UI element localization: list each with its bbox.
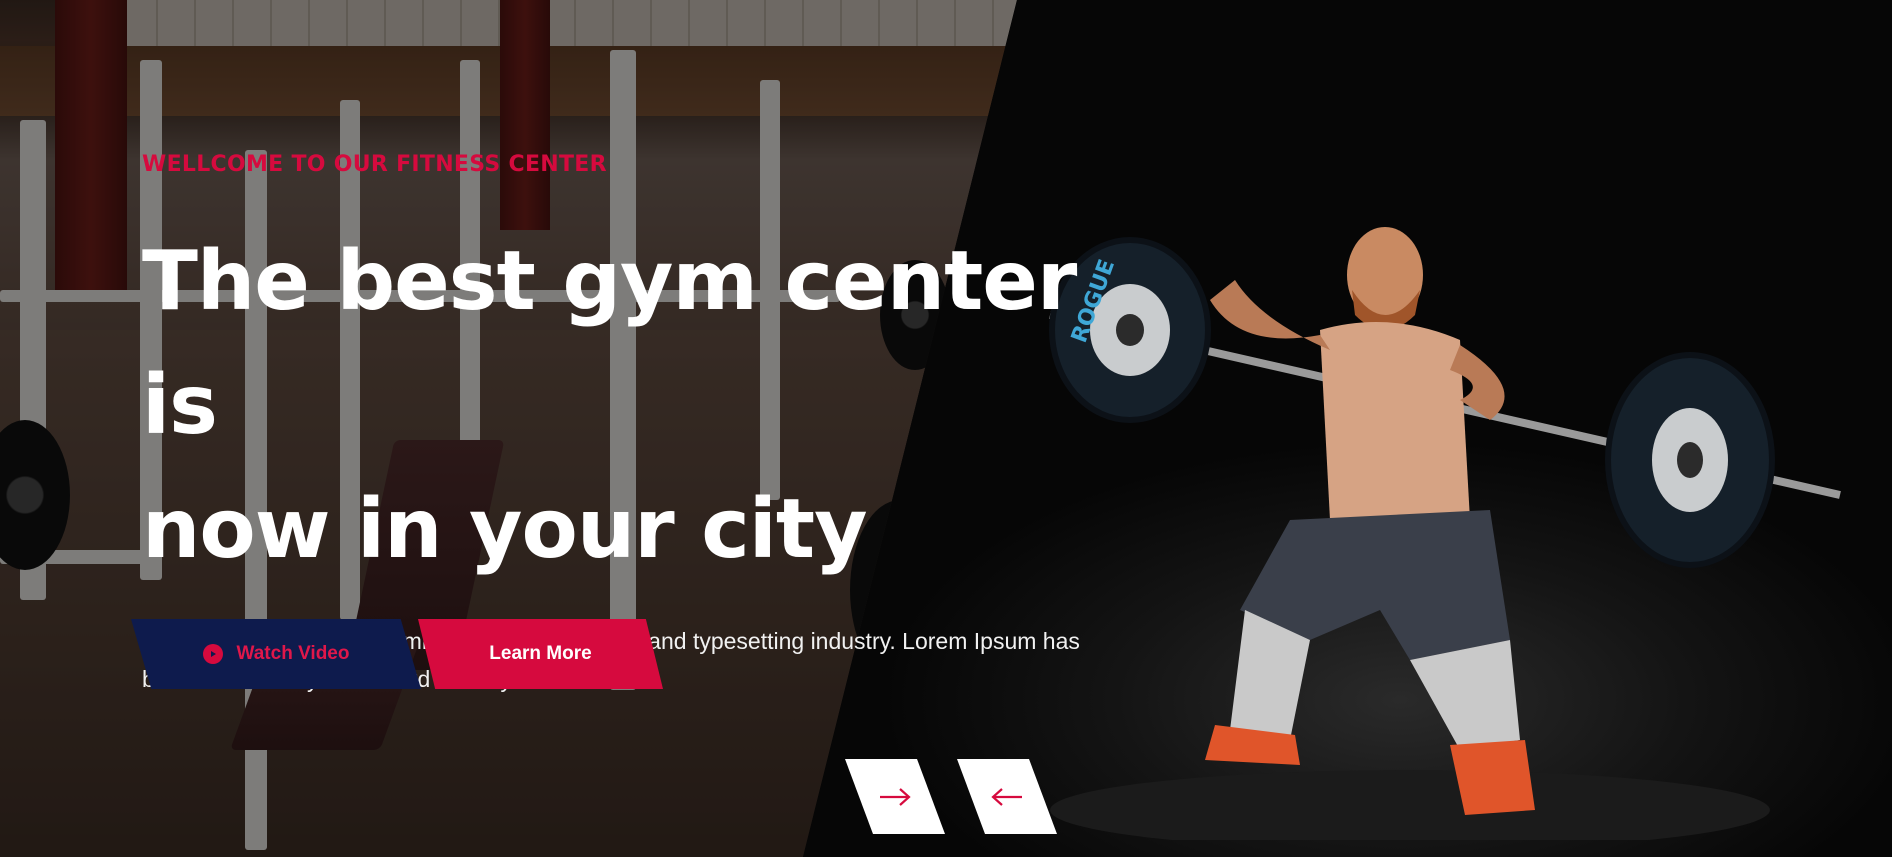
weightlifter-illustration: ROGUE <box>1049 227 1841 840</box>
learn-more-button[interactable]: Learn More <box>418 619 663 689</box>
hero-headline: The best gym center is now in your city <box>142 220 1082 592</box>
hero-section: ROGUE WELLCOME TO OUR FITNESS CENTER The… <box>0 0 1892 857</box>
watch-video-label: Watch Video <box>236 643 350 664</box>
hero-content: WELLCOME TO OUR FITNESS CENTER The best … <box>142 150 1082 698</box>
hero-eyebrow: WELLCOME TO OUR FITNESS CENTER <box>142 152 607 177</box>
headline-line-2: now in your city <box>142 482 868 577</box>
arrow-left-icon <box>991 787 1022 806</box>
learn-more-label: Learn More <box>489 643 592 664</box>
arrow-right-icon <box>880 787 911 806</box>
watch-video-button[interactable]: Watch Video <box>131 619 421 689</box>
headline-line-1: The best gym center is <box>142 234 1077 453</box>
play-circle-icon <box>202 644 223 664</box>
